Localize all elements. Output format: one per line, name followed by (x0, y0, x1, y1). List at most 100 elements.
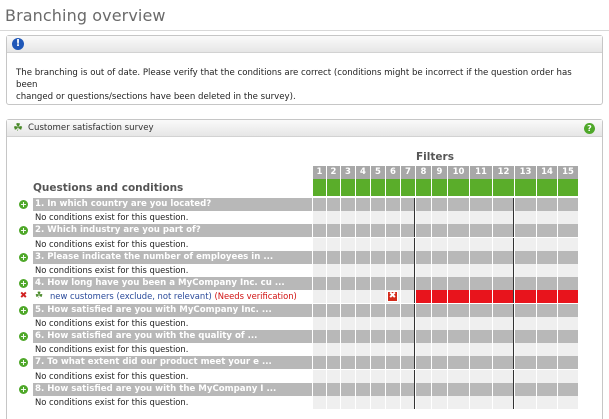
condition-link[interactable]: new customers (50, 291, 114, 301)
filter-cell[interactable] (371, 277, 385, 291)
filter-cell[interactable] (341, 224, 355, 238)
filter-cell[interactable] (341, 250, 355, 264)
filter-cell[interactable] (327, 277, 340, 291)
filter-cell[interactable] (558, 224, 578, 238)
expand-icon[interactable]: + (19, 252, 28, 262)
filter-cell[interactable] (558, 356, 578, 370)
filter-cell[interactable] (470, 382, 492, 396)
filter-cell[interactable] (327, 224, 340, 238)
filter-cell[interactable] (371, 356, 385, 370)
filter-cell[interactable] (327, 330, 340, 343)
expand-icon[interactable]: + (19, 358, 28, 368)
filter-cell[interactable] (341, 277, 355, 291)
question-title[interactable]: 1. In which country are you located? (33, 198, 312, 211)
filter-cell[interactable] (327, 303, 340, 317)
filter-cell[interactable] (371, 198, 385, 211)
filter-cell[interactable] (432, 356, 447, 370)
filter-cell[interactable] (493, 198, 514, 211)
filter-cell[interactable] (515, 356, 536, 370)
question-title[interactable]: 8. How satisfied are you with the MyComp… (33, 382, 312, 396)
filter-cell[interactable] (515, 198, 536, 211)
filter-cell[interactable] (493, 224, 514, 238)
filter-column-11-header[interactable] (470, 179, 492, 196)
filter-cell[interactable] (386, 382, 400, 396)
filter-cell[interactable] (313, 198, 326, 211)
filter-cell[interactable] (386, 250, 400, 264)
filter-column-4-header[interactable] (356, 179, 370, 196)
filter-cell[interactable] (416, 330, 431, 343)
filter-cell[interactable] (537, 250, 557, 264)
filter-cell[interactable] (416, 277, 431, 291)
filter-cell[interactable] (448, 250, 469, 264)
filter-column-5-header[interactable] (371, 179, 385, 196)
filter-column-6-header[interactable] (386, 179, 400, 196)
filter-cell[interactable] (448, 356, 469, 370)
filter-cell[interactable] (386, 224, 400, 238)
filter-cell[interactable] (493, 250, 514, 264)
filter-column-10-header[interactable] (448, 179, 469, 196)
filter-column-7-header[interactable] (401, 179, 415, 196)
filter-cell[interactable] (371, 303, 385, 317)
filter-cell[interactable] (386, 330, 400, 343)
question-title[interactable]: 7. To what extent did our product meet y… (33, 356, 312, 370)
filter-cell[interactable] (386, 356, 400, 370)
question-title[interactable]: 6. How satisfied are you with the qualit… (33, 330, 312, 343)
filter-cell[interactable] (470, 250, 492, 264)
filter-cell[interactable] (515, 303, 536, 317)
filter-cell[interactable] (341, 382, 355, 396)
expand-icon[interactable]: + (19, 200, 28, 209)
filter-cell[interactable] (470, 356, 492, 370)
filter-cell[interactable] (537, 330, 557, 343)
filter-column-15-header[interactable] (558, 179, 578, 196)
filter-cell[interactable] (371, 250, 385, 264)
question-title[interactable]: 3. Please indicate the number of employe… (33, 250, 312, 264)
filter-cell[interactable] (386, 277, 400, 291)
question-title[interactable]: 5. How satisfied are you with MyCompany … (33, 303, 312, 317)
invalid-filter-icon[interactable]: ✖ (387, 291, 398, 303)
filter-cell[interactable] (432, 382, 447, 396)
filter-cell[interactable] (515, 330, 536, 343)
filter-cell[interactable] (313, 356, 326, 370)
filter-cell[interactable] (558, 250, 578, 264)
filter-cell[interactable] (558, 382, 578, 396)
filter-cell[interactable] (356, 224, 370, 238)
filter-cell[interactable] (448, 198, 469, 211)
filter-cell[interactable] (416, 356, 431, 370)
question-title[interactable]: 4. How long have you been a MyCompany In… (33, 277, 312, 291)
filter-cell[interactable] (432, 224, 447, 238)
filter-cell[interactable] (356, 250, 370, 264)
filter-cell[interactable] (327, 382, 340, 396)
filter-cell[interactable] (341, 330, 355, 343)
filter-cell[interactable] (493, 330, 514, 343)
filter-cell[interactable] (341, 198, 355, 211)
filter-cell[interactable] (448, 224, 469, 238)
filter-cell[interactable] (537, 198, 557, 211)
filter-cell[interactable] (356, 303, 370, 317)
filter-cell[interactable] (432, 303, 447, 317)
filter-cell[interactable] (313, 330, 326, 343)
filter-cell[interactable] (401, 277, 415, 291)
filter-cell[interactable] (558, 303, 578, 317)
filter-cell[interactable] (558, 198, 578, 211)
filter-cell[interactable] (493, 303, 514, 317)
help-icon[interactable]: ? (584, 123, 595, 134)
filter-cell[interactable] (371, 330, 385, 343)
filter-cell[interactable] (537, 303, 557, 317)
filter-column-3-header[interactable] (341, 179, 355, 196)
filter-cell[interactable] (515, 382, 536, 396)
filter-cell[interactable] (537, 356, 557, 370)
filter-column-1-header[interactable] (313, 179, 326, 196)
filter-column-13-header[interactable] (515, 179, 536, 196)
filter-cell[interactable] (515, 277, 536, 291)
filter-cell[interactable] (341, 356, 355, 370)
filter-cell[interactable] (401, 250, 415, 264)
filter-cell[interactable] (313, 303, 326, 317)
filter-cell[interactable] (470, 198, 492, 211)
filter-cell[interactable] (432, 330, 447, 343)
filter-cell[interactable] (327, 250, 340, 264)
filter-cell[interactable] (401, 224, 415, 238)
filter-cell[interactable] (470, 330, 492, 343)
filter-cell[interactable] (356, 330, 370, 343)
filter-cell[interactable] (493, 277, 514, 291)
expand-icon[interactable]: + (19, 332, 28, 341)
